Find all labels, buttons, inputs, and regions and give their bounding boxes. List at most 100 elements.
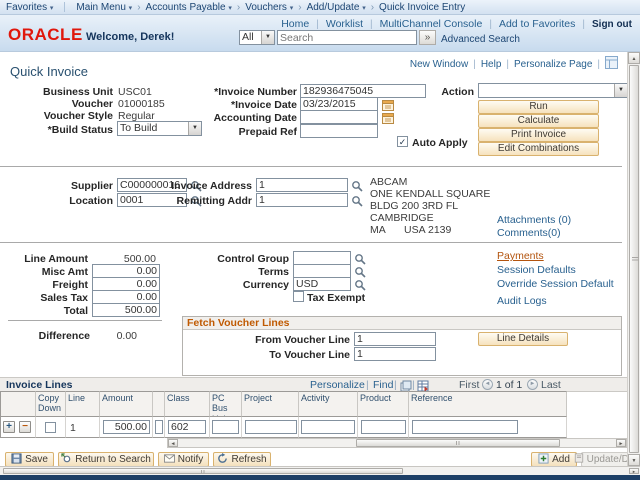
new-window-link[interactable]: New Window [410, 59, 468, 70]
currency-input[interactable] [293, 277, 351, 291]
row-class-input[interactable] [168, 420, 206, 434]
breadcrumb-item-add-update[interactable]: Add/Update ▾ [307, 2, 366, 13]
invoice-address-label: Invoice Address [140, 180, 252, 192]
chevron-down-icon[interactable]: ▼ [614, 84, 627, 97]
action-select[interactable]: ▼ [478, 83, 628, 98]
session-defaults-link[interactable]: Session Defaults [497, 264, 576, 276]
vertical-scroll-thumb[interactable] [629, 65, 639, 453]
scroll-up-icon[interactable]: ▲ [628, 52, 640, 64]
payments-link[interactable]: Payments [497, 250, 544, 262]
to-voucher-line-input[interactable] [354, 347, 436, 361]
run-button[interactable]: Run [478, 100, 599, 114]
notify-icon [164, 454, 175, 466]
return-to-search-button[interactable]: Return to Search [58, 452, 154, 467]
calculate-button[interactable]: Calculate [478, 114, 599, 128]
chevron-down-icon[interactable]: ▼ [261, 31, 274, 44]
comments-link[interactable]: Comments(0) [497, 227, 561, 239]
multichannel-console-link[interactable]: MultiChannel Console [380, 18, 483, 30]
sales-tax-input[interactable] [92, 290, 160, 304]
invoice-date-input[interactable] [300, 97, 378, 111]
help-link[interactable]: Help [481, 59, 502, 70]
freight-input[interactable] [92, 277, 160, 291]
page-layout-icon[interactable] [605, 56, 618, 72]
find-link[interactable]: Find [373, 379, 393, 391]
total-input[interactable] [92, 303, 160, 317]
previous-row-icon[interactable]: ◄ [482, 379, 493, 390]
tax-exempt-checkbox[interactable] [293, 291, 304, 302]
pagebar-separator: | [597, 59, 600, 70]
supplier-label: Supplier [0, 180, 113, 192]
row-project-input[interactable] [245, 420, 297, 434]
sales-tax-label: Sales Tax [0, 292, 88, 304]
audit-logs-link[interactable]: Audit Logs [497, 295, 547, 307]
scroll-right-icon[interactable]: ► [629, 468, 639, 474]
copy-down-checkbox[interactable] [45, 422, 56, 433]
scroll-down-icon[interactable]: ▼ [628, 454, 640, 466]
grid-scroll-thumb[interactable] [356, 439, 560, 447]
worklist-link[interactable]: Worklist [326, 18, 363, 30]
scroll-right-icon[interactable]: ► [616, 439, 626, 447]
search-go-button[interactable]: » [419, 30, 436, 45]
auto-apply-checkbox[interactable]: ✓ [397, 136, 408, 147]
remitting-addr-lookup-icon[interactable] [351, 194, 363, 212]
grid-header-pc-bus-unit: PC Bus Unit [210, 391, 242, 417]
breadcrumb-item-vouchers[interactable]: Vouchers ▾ [245, 2, 293, 13]
advanced-search-link[interactable]: Advanced Search [441, 34, 520, 45]
sign-out-link[interactable]: Sign out [592, 19, 632, 30]
misc-amt-input[interactable] [92, 264, 160, 278]
notify-button[interactable]: Notify [158, 452, 209, 467]
remitting-addr-input[interactable] [256, 193, 348, 207]
home-link[interactable]: Home [281, 18, 309, 30]
scroll-left-icon[interactable]: ◄ [168, 439, 178, 447]
delete-row-button[interactable]: − [19, 421, 31, 433]
row-spacer-input[interactable] [155, 420, 163, 434]
to-voucher-line-label: To Voucher Line [200, 349, 350, 361]
add-button[interactable]: Add [531, 452, 577, 467]
breadcrumb-divider [64, 2, 65, 12]
control-group-input[interactable] [293, 251, 351, 265]
control-group-label: Control Group [180, 253, 289, 265]
print-invoice-button[interactable]: Print Invoice [478, 128, 599, 142]
override-session-default-link[interactable]: Override Session Default [497, 278, 614, 290]
row-product-input[interactable] [361, 420, 406, 434]
from-voucher-line-input[interactable] [354, 332, 436, 346]
page-horizontal-scrollbar[interactable]: ► [0, 466, 640, 475]
prepaid-ref-input[interactable] [300, 124, 378, 138]
vertical-scrollbar[interactable]: ▲ ▼ [627, 52, 640, 466]
remitting-addr-label: Remitting Addr [140, 195, 252, 207]
next-row-icon[interactable]: ► [527, 379, 538, 390]
invoice-address-input[interactable] [256, 178, 348, 192]
line-details-button[interactable]: Line Details [478, 332, 568, 346]
terms-input[interactable] [293, 264, 351, 278]
nav-separator: | [489, 19, 492, 30]
breadcrumb-item-accounts-payable[interactable]: Accounts Payable ▾ [146, 2, 232, 13]
search-input[interactable] [277, 30, 417, 45]
row-activity-input[interactable] [301, 420, 355, 434]
personalize-page-link[interactable]: Personalize Page [514, 59, 592, 70]
difference-label: Difference [0, 330, 90, 342]
row-reference-input[interactable] [412, 420, 518, 434]
add-to-favorites-link[interactable]: Add to Favorites [499, 18, 575, 30]
breadcrumb-item-main-menu[interactable]: Main Menu ▾ [76, 2, 132, 13]
address-line: ABCAM [370, 176, 407, 188]
row-amount-input[interactable] [103, 420, 150, 434]
row-pc-bus-unit-input[interactable] [212, 420, 239, 434]
breadcrumb-separator-icon: › [237, 2, 240, 13]
attachments-link[interactable]: Attachments (0) [497, 214, 571, 226]
accounting-date-input[interactable] [300, 110, 378, 124]
calendar-icon[interactable] [382, 111, 394, 129]
pagebar-separator: | [506, 59, 509, 70]
pagination-first-label[interactable]: First [459, 379, 479, 391]
personalize-link[interactable]: Personalize [310, 379, 365, 391]
page-scroll-thumb[interactable] [3, 468, 403, 474]
grid-horizontal-scrollbar[interactable]: ◄ ► [167, 438, 627, 448]
save-button[interactable]: Save [5, 452, 54, 467]
grid-header-activity: Activity [299, 391, 358, 417]
refresh-button[interactable]: Refresh [213, 452, 271, 467]
edit-combinations-button[interactable]: Edit Combinations [478, 142, 599, 156]
search-scope-select[interactable]: All ▼ [239, 30, 275, 45]
add-row-button[interactable]: + [3, 421, 15, 433]
favorites-menu[interactable]: Favorites ▾ [6, 2, 53, 13]
business-unit-label: Business Unit [0, 86, 113, 98]
pagination-last-label[interactable]: Last [541, 379, 561, 391]
